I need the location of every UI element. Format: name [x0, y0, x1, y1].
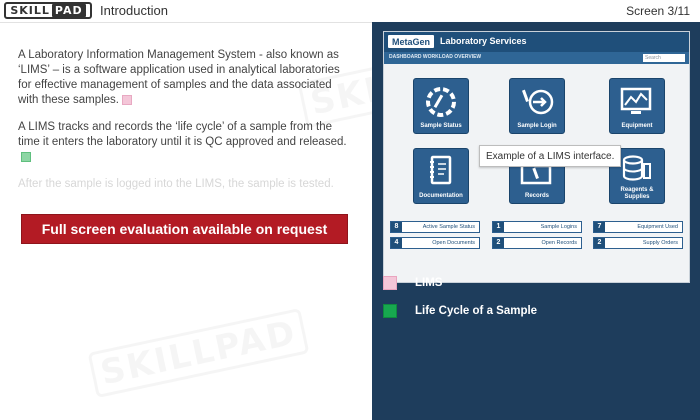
- lims-title: Laboratory Services: [440, 36, 527, 46]
- legend-item-lims[interactable]: LIMS: [383, 275, 442, 291]
- stat-supply-orders: 2 Supply Orders: [593, 237, 683, 249]
- lims-sub-bar: DASHBOARD WORKLOAD OVERVIEW Search: [384, 52, 689, 64]
- logo-text-right: PAD: [51, 4, 86, 17]
- paragraph-lims: A Laboratory Information Management Syst…: [18, 49, 340, 106]
- green-swatch: [383, 304, 397, 318]
- stat-equipment-used: 7 Equipment Used: [593, 221, 683, 233]
- paragraph-faded: After the sample is logged into the LIMS…: [18, 178, 334, 190]
- equipment-icon: [620, 87, 652, 114]
- right-panel: MetaGen Laboratory Services DASHBOARD WO…: [372, 22, 700, 420]
- section-title: Introduction: [100, 3, 168, 18]
- documentation-icon: [430, 155, 452, 185]
- evaluation-request-button[interactable]: Full screen evaluation available on requ…: [21, 214, 348, 244]
- header-bar: SKILL PAD Introduction Screen 3/11: [0, 0, 700, 23]
- tile-sample-login: Sample Login: [509, 78, 565, 134]
- logo-text-left: SKILL: [10, 4, 50, 17]
- watermark: SKILLPAD: [87, 307, 310, 399]
- lims-screenshot: MetaGen Laboratory Services DASHBOARD WO…: [383, 31, 690, 283]
- lims-top-bar: MetaGen Laboratory Services: [384, 32, 689, 52]
- sample-status-icon: [426, 87, 456, 117]
- screen-counter: Screen 3/11: [626, 4, 690, 18]
- stat-open-documents: 4 Open Documents: [390, 237, 480, 249]
- tile-sample-status: Sample Status: [413, 78, 469, 134]
- skillpad-logo: SKILL PAD: [4, 2, 92, 19]
- content-text: A Laboratory Information Management Syst…: [18, 48, 348, 204]
- sample-login-icon: [522, 89, 554, 115]
- pink-swatch: [383, 276, 397, 290]
- lims-search: Search: [643, 54, 685, 62]
- lims-subtitle: DASHBOARD WORKLOAD OVERVIEW: [389, 54, 482, 60]
- paragraph-lifecycle: A LIMS tracks and records the ‘life cycl…: [18, 120, 348, 165]
- interface-tooltip: Example of a LIMS interface.: [479, 145, 622, 167]
- metagen-logo: MetaGen: [388, 35, 435, 48]
- reagents-icon: [622, 155, 651, 181]
- lims-marker[interactable]: [122, 94, 132, 105]
- tile-documentation: Documentation: [413, 148, 469, 204]
- lifecycle-marker[interactable]: [21, 151, 31, 162]
- legend-item-lifecycle[interactable]: Life Cycle of a Sample: [383, 303, 537, 319]
- stat-sample-logins: 1 Sample Logins: [492, 221, 582, 233]
- stat-open-records: 2 Open Records: [492, 237, 582, 249]
- tile-equipment: Equipment: [609, 78, 665, 134]
- stat-active-sample-status: 8 Active Sample Status: [390, 221, 480, 233]
